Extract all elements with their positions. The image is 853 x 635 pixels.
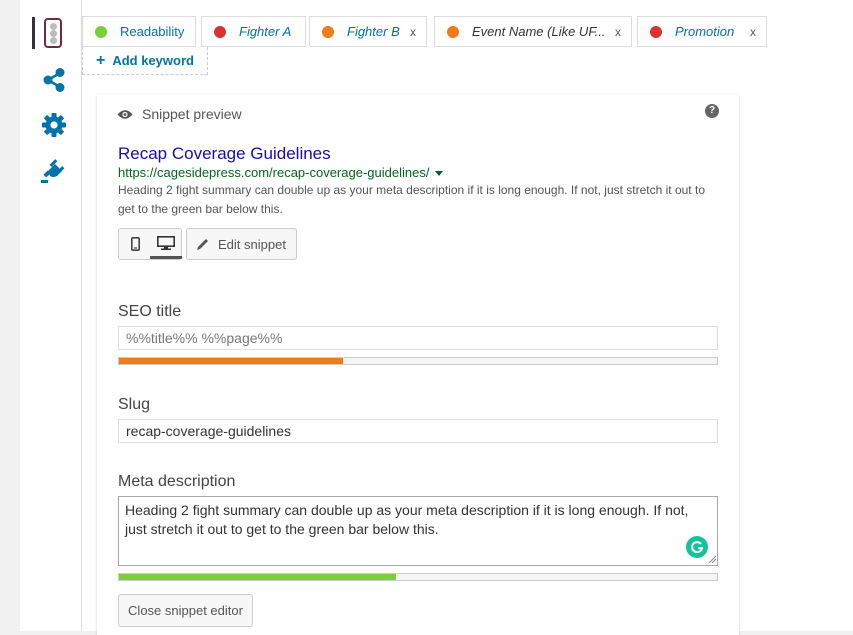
add-keyword-button[interactable]: + Add keyword <box>82 47 208 75</box>
seo-title-label: SEO title <box>118 303 182 320</box>
tab-label: Fighter A <box>239 24 292 39</box>
meta-description-textarea[interactable]: Heading 2 fight summary can double up as… <box>118 496 718 566</box>
help-icon[interactable]: ? <box>705 104 719 118</box>
edit-snippet-button[interactable]: Edit snippet <box>186 228 297 260</box>
close-snippet-editor-button[interactable]: Close snippet editor <box>118 594 253 627</box>
mobile-icon <box>130 237 140 251</box>
status-dot <box>95 25 107 38</box>
status-dot <box>322 25 334 38</box>
tab-readability[interactable]: Readability <box>82 16 196 47</box>
serp-url[interactable]: https://cagesidepress.com/recap-coverage… <box>118 165 444 180</box>
tab-label: Fighter B <box>347 24 400 39</box>
seo-title-input[interactable]: %%title%% %%page%% <box>118 326 718 350</box>
eye-icon <box>117 109 133 119</box>
plug-icon[interactable] <box>41 157 67 183</box>
metabox-sidebar <box>20 0 82 631</box>
serp-title[interactable]: Recap Coverage Guidelines <box>118 144 331 164</box>
resize-handle-icon[interactable] <box>708 555 716 563</box>
close-icon[interactable]: x <box>750 25 756 39</box>
meta-description-progress-fill <box>119 574 396 580</box>
traffic-light-icon[interactable] <box>44 18 62 48</box>
status-dot <box>447 25 459 38</box>
tab-fighter-a[interactable]: Fighter A <box>201 16 306 47</box>
serp-description[interactable]: Heading 2 fight summary can double up as… <box>118 181 722 219</box>
mobile-preview-button[interactable] <box>119 229 151 259</box>
meta-description-progress <box>118 573 718 581</box>
caret-down-icon <box>435 171 444 177</box>
grammarly-icon[interactable] <box>686 536 708 558</box>
snippet-preview-header[interactable]: Snippet preview <box>117 104 242 124</box>
tab-event-name[interactable]: Event Name (Like UF... x <box>434 16 632 47</box>
snippet-preview-panel: Snippet preview ? Recap Coverage Guideli… <box>97 95 739 635</box>
tab-label: Readability <box>120 24 185 39</box>
seo-title-progress-fill <box>119 358 344 364</box>
tab-label: Promotion <box>675 24 735 39</box>
close-icon[interactable]: x <box>410 25 416 39</box>
status-dot <box>650 25 662 38</box>
snippet-preview-label: Snippet preview <box>142 106 242 122</box>
pencil-icon <box>197 239 208 250</box>
serp-url-text: https://cagesidepress.com/recap-coverage… <box>118 165 430 180</box>
tab-label: Event Name (Like UF... <box>472 24 604 39</box>
gear-icon[interactable] <box>41 112 67 138</box>
desktop-preview-button[interactable] <box>150 229 182 259</box>
status-dot <box>214 25 226 38</box>
add-keyword-label: Add keyword <box>112 53 194 68</box>
share-icon[interactable] <box>41 67 67 93</box>
slug-label: Slug <box>118 396 151 413</box>
device-toggle <box>118 228 182 260</box>
seo-title-progress <box>118 357 718 365</box>
edit-snippet-label: Edit snippet <box>218 236 286 252</box>
active-indicator <box>32 17 35 49</box>
close-icon[interactable]: x <box>615 25 621 39</box>
tab-fighter-b[interactable]: Fighter B x <box>309 16 427 47</box>
plus-icon: + <box>96 51 106 69</box>
desktop-icon <box>157 235 175 250</box>
slug-input[interactable]: recap-coverage-guidelines <box>118 419 718 443</box>
tab-promotion[interactable]: Promotion x <box>637 16 767 47</box>
meta-description-label: Meta description <box>118 473 236 490</box>
